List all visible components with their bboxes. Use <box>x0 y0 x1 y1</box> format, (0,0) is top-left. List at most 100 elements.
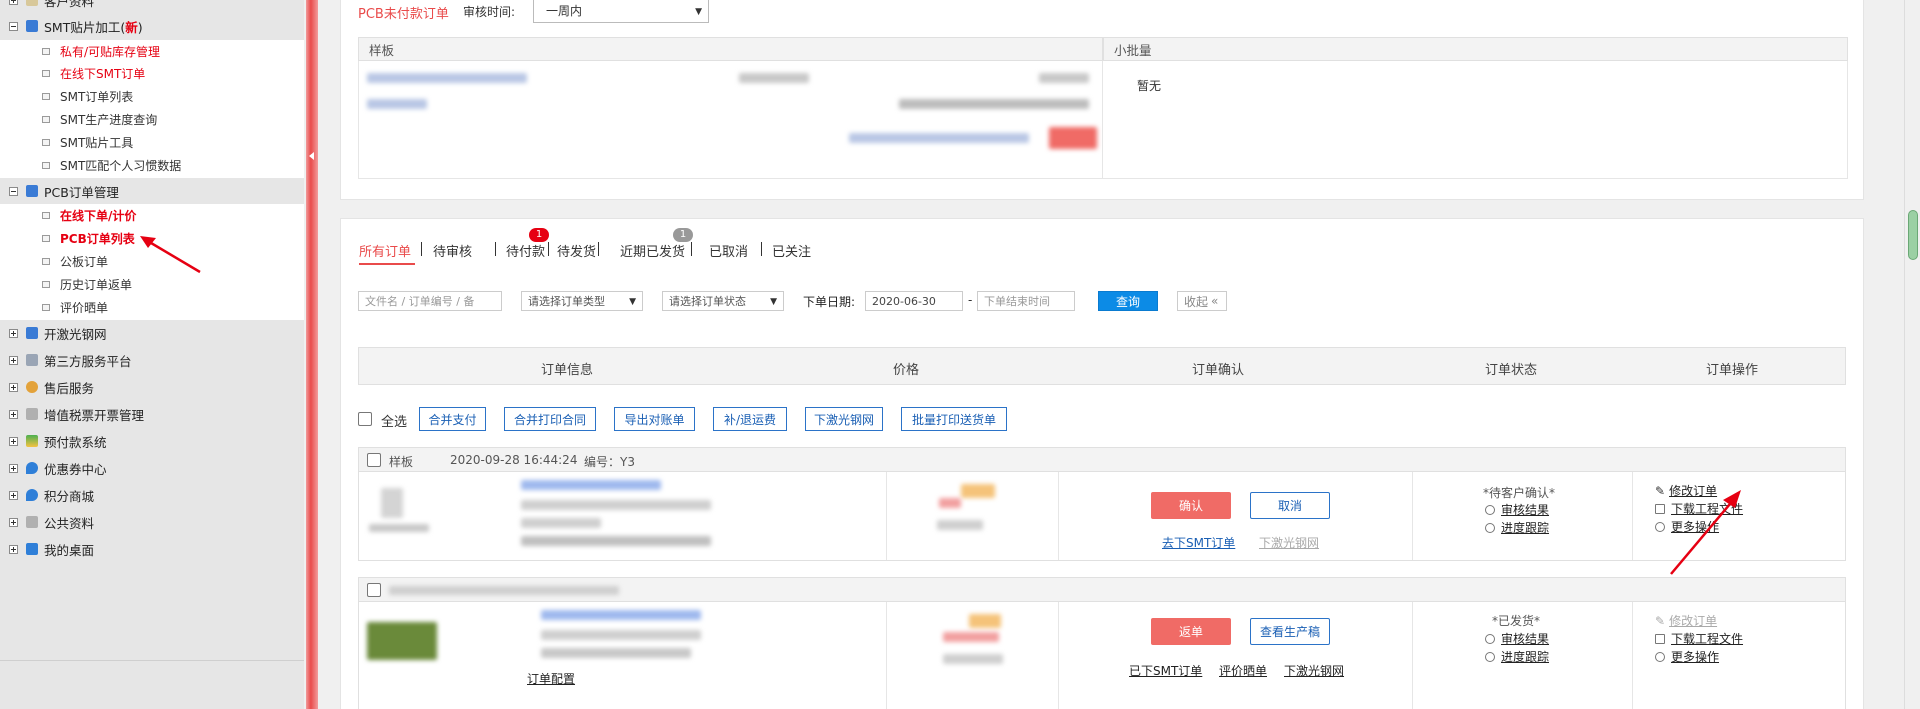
select-all-checkbox[interactable] <box>358 412 372 426</box>
redacted-text <box>849 133 1029 143</box>
expand-icon[interactable] <box>9 355 18 365</box>
more-actions-link[interactable]: 更多操作 <box>1655 648 1719 665</box>
view-production-draft-button[interactable]: 查看生产稿 <box>1250 618 1330 645</box>
sidebar-item-online-quote[interactable]: 在线下单/计价 <box>0 204 304 226</box>
expand-icon[interactable] <box>9 409 18 419</box>
scrollbar-thumb[interactable] <box>1908 210 1918 260</box>
audit-result-link[interactable]: 审核结果 <box>1485 630 1549 647</box>
sidebar-group-public-data[interactable]: 公共资料 <box>0 509 304 535</box>
reorder-button[interactable]: 返单 <box>1151 618 1231 645</box>
order-checkbox[interactable] <box>367 453 381 467</box>
tab-all-orders[interactable]: 所有订单 <box>359 241 411 260</box>
order-status-select[interactable]: 请选择订单状态 ▼ <box>662 291 784 311</box>
sidebar-item-smt-order-list[interactable]: SMT订单列表 <box>0 85 304 107</box>
batch-print-delivery-button[interactable]: 批量打印送货单 <box>901 407 1007 431</box>
collapse-icon[interactable] <box>9 186 18 196</box>
sidebar-group-label: 售后服务 <box>44 380 95 396</box>
order-stencil-button[interactable]: 下激光钢网 <box>805 407 883 431</box>
smt-ordered-link[interactable]: 已下SMT订单 <box>1129 662 1202 679</box>
expand-icon[interactable] <box>9 544 18 554</box>
cell-divider <box>886 472 887 560</box>
header-confirm: 订单确认 <box>1192 363 1245 378</box>
tab-recently-shipped[interactable]: 近期已发货 <box>620 241 685 260</box>
sidebar-group-laser-stencil[interactable]: 开激光钢网 <box>0 320 304 346</box>
expand-icon[interactable] <box>9 517 18 527</box>
sidebar-group-points-mall[interactable]: 积分商城 <box>0 482 304 508</box>
sidebar-group-pcb[interactable]: PCB订单管理 <box>0 178 304 204</box>
sidebar-group-third-party[interactable]: 第三方服务平台 <box>0 347 304 373</box>
merge-print-contract-button[interactable]: 合并打印合同 <box>504 407 596 431</box>
sidebar-group-customer-data[interactable]: 客户资料 <box>0 0 304 13</box>
header-actions: 订单操作 <box>1706 363 1759 378</box>
sidebar-item-reviews[interactable]: 评价晒单 <box>0 296 304 318</box>
redacted-text <box>521 536 711 546</box>
redacted-text <box>521 500 711 510</box>
order-type-value: 请选择订单类型 <box>528 295 605 308</box>
order-config-link[interactable]: 订单配置 <box>527 670 575 687</box>
sidebar-item-online-smt-order[interactable]: 在线下SMT订单 <box>0 62 304 84</box>
collapse-filter-button[interactable]: 收起 « <box>1177 291 1227 311</box>
tab-followed[interactable]: 已关注 <box>772 241 811 260</box>
order-checkbox[interactable] <box>367 583 381 597</box>
expand-icon[interactable] <box>9 328 18 338</box>
sidebar-group-vat-invoice[interactable]: 增值税票开票管理 <box>0 401 304 427</box>
header-price: 价格 <box>893 363 920 378</box>
date-to-input[interactable]: 下单结束时间 <box>977 291 1075 311</box>
sidebar-toggle-splitter[interactable] <box>306 0 318 709</box>
redacted-button <box>1049 127 1097 149</box>
merge-pay-button[interactable]: 合并支付 <box>419 407 486 431</box>
order-row-header <box>359 578 1845 602</box>
tab-cancelled[interactable]: 已取消 <box>709 241 748 260</box>
redacted-price <box>969 614 1001 628</box>
sidebar-group-smt[interactable]: SMT贴片加工(新) <box>0 13 304 39</box>
edit-order-link[interactable]: ✎ 修改订单 <box>1655 612 1717 629</box>
cell-divider <box>1412 472 1413 560</box>
unpaid-orders-panel: PCB未付款订单 审核时间: 一周内 ▼ 样板 小批量 暂无 <box>340 0 1864 200</box>
progress-track-link[interactable]: 进度跟踪 <box>1485 519 1549 536</box>
sidebar-group-coupons[interactable]: 优惠券中心 <box>0 455 304 481</box>
collapse-left-icon[interactable] <box>309 152 314 160</box>
go-smt-order-link[interactable]: 去下SMT订单 <box>1162 534 1235 551</box>
tab-pending-payment[interactable]: 待付款 <box>506 241 545 260</box>
expand-icon[interactable] <box>9 490 18 500</box>
refund-shipping-button[interactable]: 补/退运费 <box>713 407 787 431</box>
query-button[interactable]: 查询 <box>1098 291 1158 311</box>
sidebar-item-smt-tools[interactable]: SMT贴片工具 <box>0 131 304 153</box>
review-link[interactable]: 评价晒单 <box>1219 662 1267 679</box>
search-placeholder: 文件名 / 订单编号 / 备 <box>365 295 475 308</box>
progress-track-link[interactable]: 进度跟踪 <box>1485 648 1549 665</box>
collapse-icon[interactable] <box>9 21 18 31</box>
sidebar-item-private-stock[interactable]: 私有/可贴库存管理 <box>0 40 304 62</box>
sidebar-group-prepay[interactable]: 预付款系统 <box>0 428 304 454</box>
sidebar-group-my-desktop[interactable]: 我的桌面 <box>0 536 304 562</box>
search-input[interactable]: 文件名 / 订单编号 / 备 <box>358 291 502 311</box>
page-icon <box>42 69 50 77</box>
confirm-button[interactable]: 确认 <box>1151 492 1231 519</box>
coupon-icon <box>26 462 38 474</box>
order-date-label: 下单日期: <box>803 295 856 309</box>
date-from-input[interactable]: 2020-06-30 <box>865 291 963 311</box>
audit-time-select[interactable]: 一周内 ▼ <box>533 0 709 23</box>
sidebar-item-smt-habit-data[interactable]: SMT匹配个人习惯数据 <box>0 154 304 176</box>
unpaid-title: PCB未付款订单 <box>358 7 449 22</box>
export-statement-button[interactable]: 导出对账单 <box>614 407 695 431</box>
expand-icon[interactable] <box>9 436 18 446</box>
order-stencil-link[interactable]: 下激光钢网 <box>1259 534 1319 551</box>
wallet-icon <box>26 435 38 447</box>
sidebar-group-after-sales[interactable]: 售后服务 <box>0 374 304 400</box>
audit-time-label: 审核时间: <box>463 5 516 19</box>
tab-pending-review[interactable]: 待审核 <box>433 241 472 260</box>
download-files-link[interactable]: 下载工程文件 <box>1655 630 1743 647</box>
cancel-button[interactable]: 取消 <box>1250 492 1330 519</box>
order-stencil-link[interactable]: 下激光钢网 <box>1284 662 1344 679</box>
expand-icon[interactable] <box>9 0 18 5</box>
tab-pending-shipment[interactable]: 待发货 <box>557 241 596 260</box>
sidebar-item-smt-progress[interactable]: SMT生产进度查询 <box>0 108 304 130</box>
audit-result-link[interactable]: 审核结果 <box>1485 501 1549 518</box>
expand-icon[interactable] <box>9 463 18 473</box>
expand-icon[interactable] <box>9 382 18 392</box>
order-type-select[interactable]: 请选择订单类型 ▼ <box>521 291 643 311</box>
page-scrollbar[interactable] <box>1904 0 1920 709</box>
sidebar-group-label: 第三方服务平台 <box>44 353 132 369</box>
header-status: 订单状态 <box>1485 363 1538 378</box>
